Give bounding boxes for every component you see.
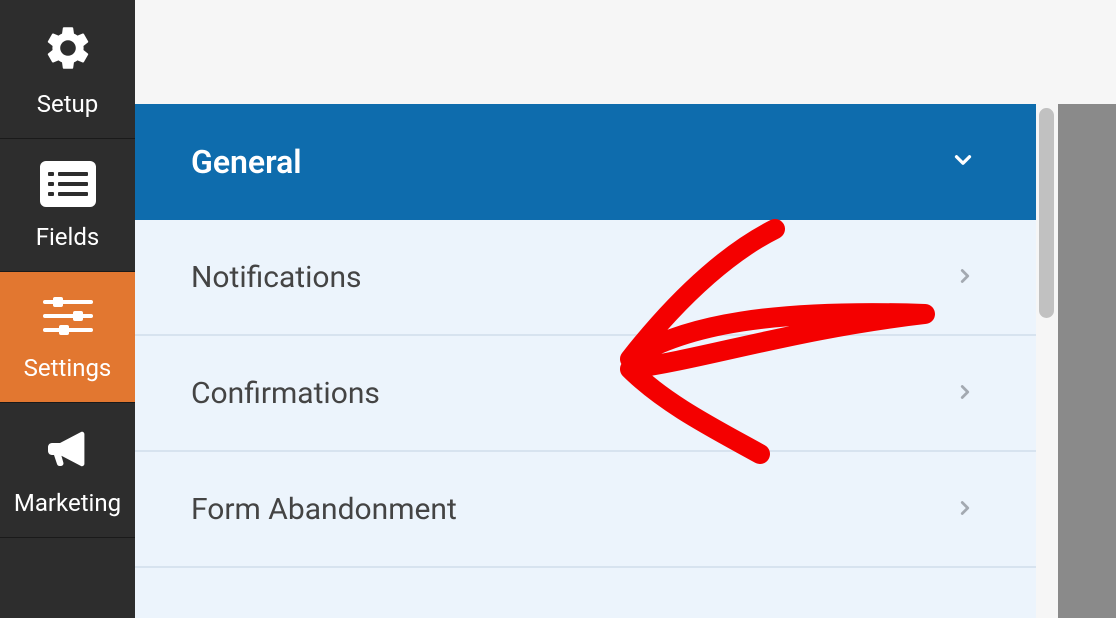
panel-header-general[interactable]: General	[135, 104, 1036, 220]
sidebar: Setup Fields	[0, 0, 135, 618]
panel-row-label: Notifications	[191, 260, 362, 295]
chevron-right-icon	[954, 376, 976, 411]
panel-row-notifications[interactable]: Notifications	[135, 220, 1036, 336]
main-area: General Notifications Confirmations	[135, 0, 1116, 618]
sidebar-item-marketing[interactable]: Marketing	[0, 403, 135, 538]
panel-header-label: General	[191, 143, 302, 181]
sidebar-item-settings[interactable]: Settings	[0, 272, 135, 403]
panel-row-label: Form Abandonment	[191, 492, 457, 527]
panel-wrapper: General Notifications Confirmations	[135, 104, 1116, 618]
sidebar-item-fields[interactable]: Fields	[0, 139, 135, 272]
scrollbar-thumb[interactable]	[1039, 108, 1054, 318]
sidebar-item-label: Settings	[24, 354, 112, 382]
chevron-right-icon	[954, 260, 976, 295]
sidebar-item-label: Marketing	[14, 489, 121, 517]
panel-row-label: Confirmations	[191, 376, 380, 411]
sliders-icon	[41, 294, 95, 342]
chevron-right-icon	[954, 492, 976, 527]
sidebar-item-label: Fields	[36, 223, 100, 251]
megaphone-icon	[41, 425, 95, 477]
list-icon	[40, 161, 96, 211]
chevron-down-icon	[950, 143, 976, 181]
sidebar-item-setup[interactable]: Setup	[0, 0, 135, 139]
sidebar-item-label: Setup	[37, 90, 99, 118]
scrollbar[interactable]	[1036, 104, 1058, 618]
panel-row-confirmations[interactable]: Confirmations	[135, 336, 1036, 452]
gear-icon	[42, 22, 94, 78]
panel-row-form-abandonment[interactable]: Form Abandonment	[135, 452, 1036, 568]
topbar	[135, 0, 1116, 104]
right-gutter	[1058, 104, 1116, 618]
settings-panel: General Notifications Confirmations	[135, 104, 1036, 618]
